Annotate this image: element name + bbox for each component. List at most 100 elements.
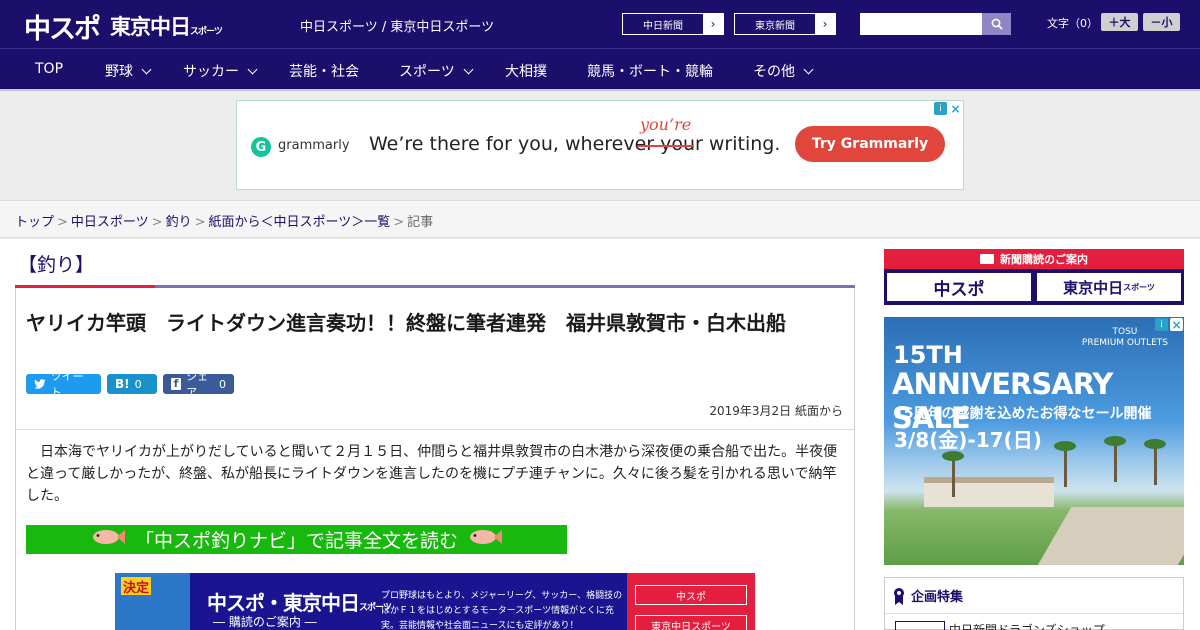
nav-baseball-label: 野球 <box>105 64 133 80</box>
sidebar-subscribe-title: 新聞購読のご案内 <box>1000 253 1088 266</box>
breadcrumb-list[interactable]: 紙面から＜中日スポーツ＞一覧 <box>209 215 391 230</box>
try-grammarly-button[interactable]: Try Grammarly <box>795 126 945 162</box>
article-lead: 日本海でヤリイカが上がりだしていると聞いて２月１５日、仲間らと福井県敦賀市の白木… <box>26 444 838 504</box>
palm-tree-graphic <box>942 451 964 497</box>
breadcrumb-fishing[interactable]: 釣り <box>166 215 192 230</box>
newspaper-icon <box>980 254 994 264</box>
outlet-ad[interactable]: TOSU PREMIUM OUTLETS 15TH ANNIVERSARY SAL… <box>884 317 1184 565</box>
chunichi-shimbun-link-label: 中日新聞 <box>643 20 683 32</box>
search-input[interactable] <box>860 13 982 35</box>
walkway-graphic <box>1036 507 1184 565</box>
hatena-count: 0 <box>134 377 142 391</box>
sidebar-tokyo-chunichi-link[interactable]: 東京中日 スポーツ <box>1037 273 1181 301</box>
ad-choices[interactable]: i × <box>1155 318 1183 332</box>
sidebar-feature-header: 企画特集 <box>885 578 1183 614</box>
tokyo-chunichi-logo[interactable]: 東京中日スポーツ <box>110 11 223 41</box>
nav-soccer-label: サッカー <box>183 64 239 80</box>
facebook-share-count: 0 <box>219 377 226 391</box>
main-nav: TOP 野球 サッカー 芸能・社会 スポーツ 大相撲 競馬・ボート・競輪 その他 <box>0 48 1200 89</box>
subscription-title: 中スポ・東京中日スポーツ <box>207 587 392 616</box>
category-title: 【釣り】 <box>18 254 95 276</box>
nav-soccer[interactable]: サッカー <box>183 61 258 81</box>
subscription-title-text: 中スポ・東京中日 <box>207 591 360 615</box>
outlet-brand-line2: PREMIUM OUTLETS <box>1081 338 1168 348</box>
decision-tag: 決定 <box>121 577 151 596</box>
tokyo-shimbun-link[interactable]: 東京新聞 › <box>734 13 836 35</box>
tokyo-chunichi-logo-small: スポーツ <box>190 27 223 37</box>
search-button[interactable] <box>982 13 1011 35</box>
nav-sumo[interactable]: 大相撲 <box>505 61 547 81</box>
subscription-subtitle: ― 購読のご案内 ― <box>213 615 317 629</box>
dragons-shop-thumbnail[interactable] <box>895 621 945 630</box>
grammarly-correction: you’re <box>640 115 692 134</box>
nav-sumo-label: 大相撲 <box>505 64 547 80</box>
chevron-down-icon <box>247 64 258 74</box>
sidebar-feature-box: 企画特集 中日新聞ドラゴンズショップ <box>884 577 1184 630</box>
fishing-navi-label: 「中スポ釣りナビ」で記事全文を読む <box>134 530 458 552</box>
tokyo-chunichi-subscribe-button[interactable]: 東京中日スポーツ <box>635 615 747 630</box>
outlet-ad-anniversary-number: 15TH <box>893 341 963 369</box>
nav-baseball[interactable]: 野球 <box>105 61 152 81</box>
outlet-ad-subline: 15周年の感謝を込めたお得なセール開催 <box>894 406 1152 422</box>
breadcrumb-current: 記事 <box>407 215 434 230</box>
nav-sports-label: スポーツ <box>399 64 455 80</box>
nav-keiba[interactable]: 競馬・ボート・競輪 <box>587 61 713 81</box>
hatena-bookmark-button[interactable]: B! 0 <box>107 374 157 394</box>
sidebar-subscribe-box[interactable]: 新聞購読のご案内 中スポ 東京中日 スポーツ <box>884 249 1184 305</box>
facebook-icon: f <box>171 377 182 390</box>
breadcrumb-chunichi-sports[interactable]: 中日スポーツ <box>71 215 149 230</box>
article-headline: ヤリイカ竿頭 ライトダウン進言奏功！！終盤に筆者連発 福井県敦賀市・白木出船 <box>26 311 786 335</box>
nav-keiba-label: 競馬・ボート・競輪 <box>587 64 713 80</box>
breadcrumb: トップ > 中日スポーツ > 釣り > 紙面から＜中日スポーツ＞一覧 > 記事 <box>15 211 433 230</box>
tweet-button[interactable]: ツイート <box>26 370 101 399</box>
search-icon <box>991 18 1003 30</box>
palm-tree-graphic <box>1144 439 1166 485</box>
nav-entertainment-label: 芸能・社会 <box>289 64 359 80</box>
tokyo-shimbun-link-label: 東京新聞 <box>755 20 795 32</box>
close-icon[interactable]: × <box>949 102 962 116</box>
grammarly-ad-text: We’re there for you, wherever your writi… <box>369 133 781 155</box>
font-smaller-button[interactable]: －小 <box>1143 13 1180 31</box>
subscription-banner[interactable]: 決定 中スポ・東京中日スポーツ ― 購読のご案内 ― プロ野球はもとより、メジャ… <box>115 573 755 630</box>
palm-tree-graphic <box>1054 441 1076 487</box>
dragons-shop-link[interactable]: 中日新聞ドラゴンズショップ <box>949 621 1105 630</box>
facebook-share-button[interactable]: f シェア 0 <box>163 370 234 399</box>
close-icon[interactable]: × <box>1170 318 1183 332</box>
sidebar-feature-title: 企画特集 <box>911 590 964 605</box>
chevron-right-icon: › <box>815 14 835 34</box>
chunichi-shimbun-link[interactable]: 中日新聞 › <box>622 13 724 35</box>
nav-entertainment[interactable]: 芸能・社会 <box>289 61 359 81</box>
sidebar-subscribe-header: 新聞購読のご案内 <box>884 249 1184 269</box>
fishing-navi-link[interactable]: 「中スポ釣りナビ」で記事全文を読む <box>26 525 567 554</box>
tokyo-chunichi-logo-text: 東京中日 <box>110 15 191 39</box>
fish-icon <box>468 528 502 551</box>
breadcrumb-separator: > <box>194 215 206 230</box>
publish-date: 2019年3月2日 紙面から <box>709 404 843 418</box>
nav-divider <box>0 89 1200 91</box>
chuspo-logo[interactable]: 中スポ <box>24 7 101 46</box>
twitter-bird-icon <box>34 379 46 389</box>
breadcrumb-bar: トップ > 中日スポーツ > 釣り > 紙面から＜中日スポーツ＞一覧 > 記事 <box>0 200 1200 238</box>
outlet-building-graphic <box>924 477 1054 507</box>
grammarly-logo-icon: G <box>251 137 271 157</box>
nav-other[interactable]: その他 <box>753 61 814 81</box>
subscription-buttons: 中スポ 東京中日スポーツ <box>627 573 755 630</box>
ad-info-icon[interactable]: i <box>1155 318 1168 331</box>
subscription-description: プロ野球はもとより、メジャーリーグ、サッカー、格闘技のほかＦ１をはじめとするモー… <box>381 591 623 630</box>
nav-other-label: その他 <box>753 64 795 80</box>
nav-top-label: TOP <box>35 61 64 77</box>
sidebar-chuspo-link[interactable]: 中スポ <box>887 273 1031 301</box>
grammarly-brand: grammarly <box>278 138 350 153</box>
grammarly-ad[interactable]: G grammarly We’re there for you, whereve… <box>236 100 964 190</box>
newspaper-thumbnail: 決定 <box>115 573 190 630</box>
ad-info-icon[interactable]: i <box>934 102 947 115</box>
article-divider <box>16 429 854 430</box>
chuspo-subscribe-button[interactable]: 中スポ <box>635 585 747 605</box>
nav-sports[interactable]: スポーツ <box>399 61 474 81</box>
ad-choices[interactable]: i × <box>934 102 962 116</box>
nav-top[interactable]: TOP <box>35 61 63 77</box>
breadcrumb-top[interactable]: トップ <box>15 215 54 230</box>
sidebar-tokyo-chunichi-text: 東京中日 <box>1063 278 1124 297</box>
font-larger-button[interactable]: ＋大 <box>1101 13 1138 31</box>
fish-icon <box>91 528 125 551</box>
